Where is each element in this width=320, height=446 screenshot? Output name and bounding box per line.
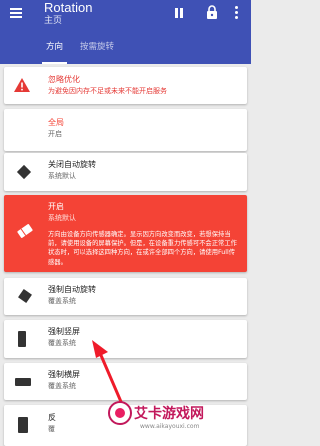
more-vert-icon[interactable] xyxy=(234,5,240,19)
card-subtitle: 系统默认 xyxy=(48,172,76,180)
lock-icon[interactable] xyxy=(206,5,218,19)
portrait-icon xyxy=(18,331,26,347)
card-force-auto-rotate[interactable]: 强制自动旋转 覆盖系统 xyxy=(4,278,247,315)
rotate-square-icon xyxy=(18,289,32,303)
eraser-icon xyxy=(17,224,33,238)
card-global[interactable]: 全局 开启 xyxy=(4,109,247,151)
card-title: 强制横屏 xyxy=(48,370,80,379)
card-title: 忽略优化 xyxy=(48,75,80,84)
tab-orientation[interactable]: 方向 xyxy=(42,34,68,64)
card-subtitle: 覆盖系统 xyxy=(48,297,76,305)
tab-bar: 方向 按需旋转 xyxy=(0,34,251,64)
card-description: 方向由设备方向传感器确定。显示因方向改变而改变，若想保持当前，请使用设备的屏幕保… xyxy=(48,231,237,266)
card-subtitle: 为避免因内存不足或未来不能开启服务 xyxy=(48,87,167,95)
card-subtitle: 覆 xyxy=(48,425,55,433)
tab-indicator xyxy=(42,62,68,64)
menu-icon[interactable] xyxy=(8,4,26,22)
app-title: Rotation xyxy=(44,0,93,15)
app-bar: Rotation 主页 方向 按需旋转 xyxy=(0,0,251,64)
card-title: 全局 xyxy=(48,118,64,127)
landscape-icon xyxy=(15,378,31,386)
warning-icon xyxy=(14,78,30,92)
card-subtitle: 覆盖系统 xyxy=(48,382,76,390)
tab-label: 按需旋转 xyxy=(80,42,115,52)
watermark-url: www.aikayouxi.com xyxy=(140,423,200,430)
card-title: 反 xyxy=(48,413,56,422)
watermark-logo xyxy=(108,401,132,425)
rotate-diamond-icon xyxy=(16,164,32,180)
card-title: 强制竖屏 xyxy=(48,327,80,336)
watermark-text: 艾卡游戏网 xyxy=(134,406,204,422)
watermark: 艾卡游戏网 www.aikayouxi.com xyxy=(104,398,204,438)
tab-label: 方向 xyxy=(46,42,64,52)
card-title: 关闭自动旋转 xyxy=(48,160,96,169)
card-subtitle: 覆盖系统 xyxy=(48,339,76,347)
card-enabled-selected[interactable]: 开启 系统默认 方向由设备方向传感器确定。显示因方向改变而改变，若想保持当前，请… xyxy=(4,195,247,272)
card-force-landscape[interactable]: 强制横屏 覆盖系统 xyxy=(4,363,247,400)
tab-on-demand[interactable]: 按需旋转 xyxy=(76,34,118,64)
card-auto-rotate-off[interactable]: 关闭自动旋转 系统默认 xyxy=(4,153,247,191)
card-subtitle: 开启 xyxy=(48,130,62,138)
card-subtitle: 系统默认 xyxy=(48,214,76,222)
card-battery-optimization[interactable]: 忽略优化 为避免因内存不足或未来不能开启服务 xyxy=(4,67,247,104)
reverse-icon xyxy=(18,417,28,433)
pause-icon[interactable] xyxy=(174,8,184,18)
app-subtitle: 主页 xyxy=(44,16,63,26)
card-force-portrait[interactable]: 强制竖屏 覆盖系统 xyxy=(4,320,247,358)
card-title: 开启 xyxy=(48,202,64,211)
card-title: 强制自动旋转 xyxy=(48,285,96,294)
